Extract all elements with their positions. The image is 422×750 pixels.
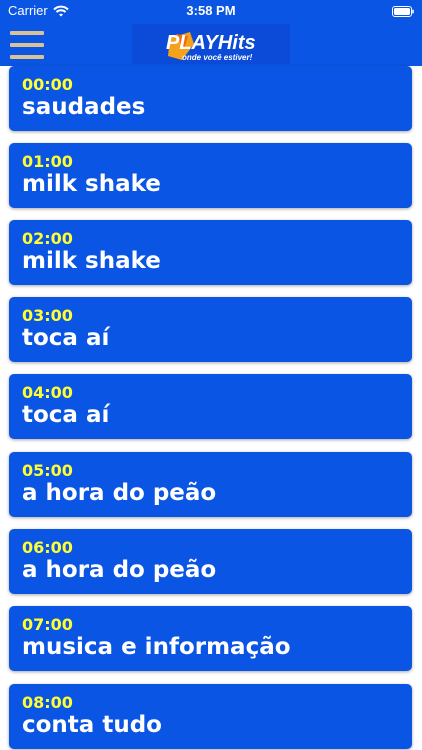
schedule-item[interactable]: 08:00 conta tudo [9, 684, 412, 749]
battery-icon [392, 5, 414, 17]
schedule-item[interactable]: 00:00 saudades [9, 66, 412, 131]
nav-bar: PLAYHits onde você estiver! [0, 22, 422, 66]
schedule-title: toca aí [22, 402, 110, 428]
schedule-item[interactable]: 05:00 a hora do peão [9, 452, 412, 517]
logo-tagline: onde você estiver! [182, 53, 253, 62]
schedule-item[interactable]: 01:00 milk shake [9, 143, 412, 208]
schedule-item[interactable]: 03:00 toca aí [9, 297, 412, 362]
schedule-title: musica e informação [22, 634, 291, 660]
schedule-title: milk shake [22, 248, 161, 274]
schedule-title: a hora do peão [22, 480, 217, 506]
schedule-title: conta tudo [22, 712, 162, 738]
schedule-title: a hora do peão [22, 557, 217, 583]
schedule-item[interactable]: 02:00 milk shake [9, 220, 412, 285]
hamburger-menu-icon[interactable] [10, 31, 44, 59]
playhits-logo: PLAYHits onde você estiver! [132, 24, 290, 64]
status-bar: Carrier 3:58 PM [0, 0, 422, 22]
schedule-item[interactable]: 07:00 musica e informação [9, 606, 412, 671]
schedule-title: saudades [22, 94, 146, 120]
schedule-item[interactable]: 06:00 a hora do peão [9, 529, 412, 594]
status-time: 3:58 PM [186, 3, 236, 18]
schedule-item[interactable]: 04:00 toca aí [9, 374, 412, 439]
logo-brand: PLAYHits [166, 32, 256, 54]
schedule-title: toca aí [22, 325, 110, 351]
schedule-title: milk shake [22, 171, 161, 197]
